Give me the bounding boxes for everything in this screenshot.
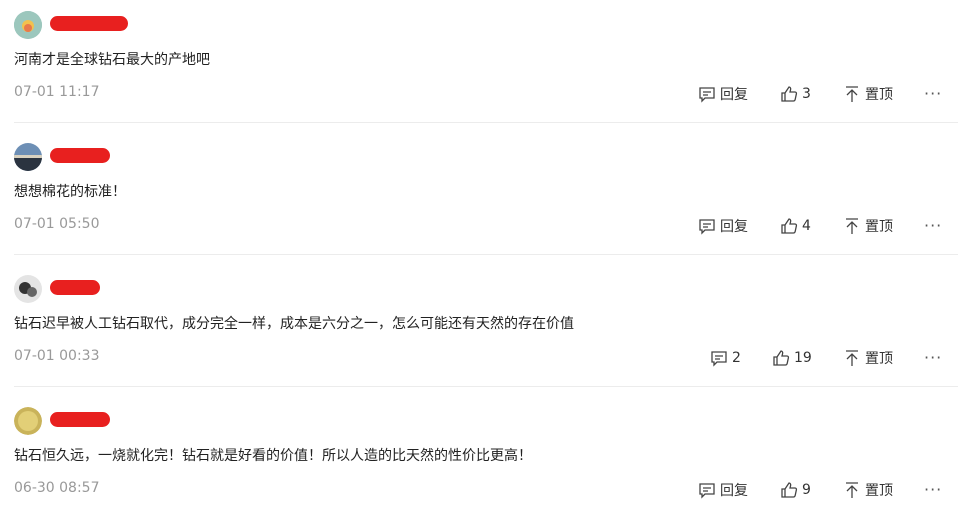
more-options-icon[interactable]: ··· <box>924 84 942 103</box>
comment-time: 06-30 08:57 <box>14 480 100 496</box>
reply-button[interactable]: 回复 <box>698 84 748 104</box>
pin-top-icon <box>846 482 858 498</box>
pin-label: 置顶 <box>865 483 893 499</box>
like-button[interactable]: 3 <box>780 84 811 104</box>
reply-label: 回复 <box>720 219 748 235</box>
comment-text: 钻石迟早被人工钻石取代，成分完全一样，成本是六分之一，怎么可能还有天然的存在价值 <box>14 316 574 332</box>
pin-label: 置顶 <box>865 219 893 235</box>
pin-top-icon <box>846 350 858 366</box>
reply-button[interactable]: 回复 <box>698 480 748 500</box>
like-count: 3 <box>802 86 811 102</box>
pin-button[interactable]: 置顶 <box>843 84 893 104</box>
pin-button[interactable]: 置顶 <box>843 348 893 368</box>
username-redacted <box>50 280 100 295</box>
reply-button[interactable]: 回复 <box>698 216 748 236</box>
pin-label: 置顶 <box>865 87 893 103</box>
comment-time: 07-01 05:50 <box>14 216 100 232</box>
thumbs-up-icon <box>781 482 798 498</box>
comment-item: 钻石恒久远，一烧就化完！钻石就是好看的价值！所以人造的比天然的性价比更高！ 06… <box>0 396 961 528</box>
comment-item: 钻石迟早被人工钻石取代，成分完全一样，成本是六分之一，怎么可能还有天然的存在价值… <box>0 264 961 396</box>
thumbs-up-icon <box>773 350 790 366</box>
comment-icon <box>699 87 715 103</box>
like-count: 9 <box>802 482 811 498</box>
like-count: 19 <box>794 350 812 366</box>
like-button[interactable]: 19 <box>772 348 812 368</box>
username-redacted <box>50 16 128 31</box>
pin-label: 置顶 <box>865 351 893 367</box>
thumbs-up-icon <box>781 86 798 102</box>
comment-item: 河南才是全球钻石最大的产地吧 07-01 11:17 回复 3 置顶 ··· <box>0 0 961 132</box>
pin-button[interactable]: 置顶 <box>843 480 893 500</box>
username-redacted <box>50 412 110 427</box>
comment-text: 钻石恒久远，一烧就化完！钻石就是好看的价值！所以人造的比天然的性价比更高！ <box>14 448 532 464</box>
like-count: 4 <box>802 218 811 234</box>
avatar[interactable] <box>14 407 42 435</box>
comment-time: 07-01 11:17 <box>14 84 100 100</box>
comment-icon <box>699 483 715 499</box>
comment-text: 河南才是全球钻石最大的产地吧 <box>14 52 210 68</box>
username-redacted <box>50 148 110 163</box>
divider <box>14 122 958 123</box>
comment-time: 07-01 00:33 <box>14 348 100 364</box>
divider <box>14 386 958 387</box>
more-options-icon[interactable]: ··· <box>924 348 942 367</box>
more-options-icon[interactable]: ··· <box>924 480 942 499</box>
comment-icon <box>699 219 715 235</box>
more-options-icon[interactable]: ··· <box>924 216 942 235</box>
pin-button[interactable]: 置顶 <box>843 216 893 236</box>
comment-icon <box>711 351 727 367</box>
reply-label: 回复 <box>720 87 748 103</box>
divider <box>14 254 958 255</box>
thumbs-up-icon <box>781 218 798 234</box>
reply-count: 2 <box>732 350 741 366</box>
like-button[interactable]: 9 <box>780 480 811 500</box>
like-button[interactable]: 4 <box>780 216 811 236</box>
reply-label: 回复 <box>720 483 748 499</box>
avatar[interactable] <box>14 11 42 39</box>
pin-top-icon <box>846 86 858 102</box>
reply-button[interactable]: 2 <box>710 348 741 368</box>
avatar[interactable] <box>14 275 42 303</box>
comment-text: 想想棉花的标准！ <box>14 184 126 200</box>
comment-item: 想想棉花的标准！ 07-01 05:50 回复 4 置顶 ··· <box>0 132 961 264</box>
pin-top-icon <box>846 218 858 234</box>
avatar[interactable] <box>14 143 42 171</box>
